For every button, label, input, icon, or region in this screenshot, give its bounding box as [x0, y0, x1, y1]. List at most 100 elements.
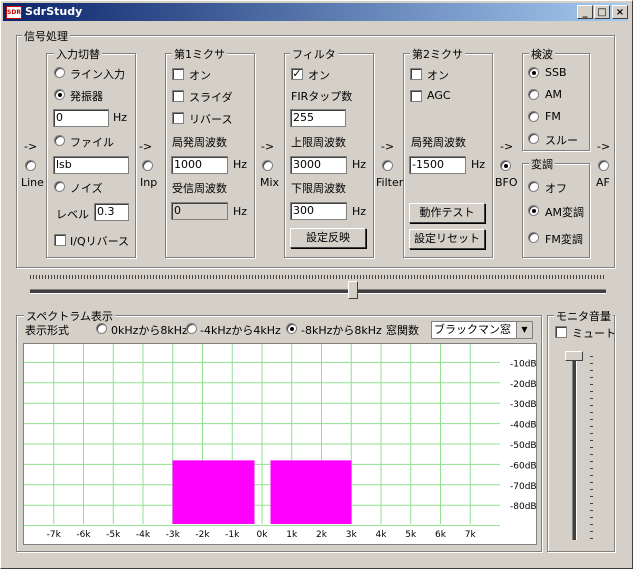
- db-label: -80dB: [510, 502, 536, 512]
- window-title: SdrStudy: [25, 5, 83, 18]
- radio-fm[interactable]: [528, 111, 539, 122]
- khz-label: -1k: [225, 530, 240, 540]
- window-function-select[interactable]: ブラックマン窓 ▼: [431, 321, 533, 339]
- radio-range-4-4k[interactable]: [186, 323, 197, 334]
- db-label: -50dB: [510, 441, 536, 451]
- arrow-mix: ->: [261, 140, 275, 153]
- radio-am[interactable]: [528, 89, 539, 100]
- khz-label: 0k: [257, 530, 269, 540]
- arrow-inp: ->: [139, 140, 153, 153]
- radio-mod-off-label: オフ: [545, 182, 567, 195]
- radio-file[interactable]: [54, 135, 65, 146]
- hz-unit: Hz: [233, 205, 248, 218]
- khz-label: 4k: [376, 530, 388, 540]
- radio-ssb[interactable]: [528, 67, 539, 78]
- mixer1-slider-checkbox[interactable]: [172, 90, 184, 102]
- frequency-slider-thumb[interactable]: [348, 281, 358, 299]
- hz-unit: Hz: [471, 158, 486, 171]
- mixer2-lo-input[interactable]: -1500: [409, 156, 466, 174]
- iq-reverse-checkbox[interactable]: [54, 234, 66, 246]
- radio-oscillator[interactable]: [54, 89, 65, 100]
- mute-checkbox[interactable]: [555, 326, 567, 338]
- radio-tap-bfo[interactable]: [500, 160, 511, 171]
- radio-file-label: ファイル: [70, 136, 114, 149]
- mixer1-rx-label: 受信周波数: [172, 182, 227, 195]
- upper-freq-input[interactable]: 3000: [290, 156, 347, 174]
- mute-label: ミュート: [572, 327, 616, 340]
- radio-range-0-8k-label: 0kHzから8kHz: [111, 324, 188, 337]
- close-button[interactable]: ×: [612, 5, 628, 19]
- radio-fm-mod[interactable]: [528, 232, 539, 243]
- db-label: -20dB: [510, 380, 536, 390]
- agc-checkbox[interactable]: [410, 90, 422, 102]
- mixer1-on-label: オン: [189, 69, 211, 82]
- radio-noise[interactable]: [54, 181, 65, 192]
- radio-am-mod[interactable]: [528, 205, 539, 216]
- mixer1-lo-input[interactable]: 1000: [171, 156, 228, 174]
- mixer1-rx-display: 0: [171, 202, 228, 220]
- khz-label: 2k: [316, 530, 328, 540]
- radio-tap-mix[interactable]: [262, 160, 273, 171]
- agc-label: AGC: [427, 89, 451, 102]
- mixer1-reverse-checkbox[interactable]: [172, 112, 184, 124]
- radio-mod-off[interactable]: [528, 181, 539, 192]
- reset-settings-button[interactable]: 設定リセット: [409, 229, 485, 249]
- radio-range-8-8k-label: -8kHzから8kHz: [301, 324, 382, 337]
- radio-tap-inp[interactable]: [142, 160, 153, 171]
- mixer1-lo-label: 局発周波数: [172, 136, 227, 149]
- filter-title: フィルタ: [290, 46, 338, 62]
- signal-processing-title: 信号処理: [22, 28, 70, 44]
- volume-slider-thumb[interactable]: [565, 351, 583, 361]
- level-input[interactable]: 0.3: [94, 203, 129, 221]
- fir-taps-label: FIRタップ数: [291, 90, 353, 103]
- file-name-input[interactable]: lsb: [53, 156, 129, 174]
- input-group-title: 入力切替: [54, 46, 102, 62]
- khz-label: -6k: [76, 530, 91, 540]
- spectrum-plot: -10dB -20dB -30dB -40dB -50dB -60dB -70dB -80dB…: [23, 343, 537, 545]
- khz-label: -4k: [136, 530, 151, 540]
- radio-fm-label: FM: [545, 110, 561, 123]
- khz-label: -5k: [106, 530, 121, 540]
- minimize-button[interactable]: _: [577, 5, 593, 19]
- mixer1-title: 第1ミクサ: [172, 46, 227, 62]
- radio-range-4-4k-label: -4kHzから4kHz: [200, 324, 281, 337]
- filter-on-checkbox[interactable]: ✓: [291, 68, 303, 80]
- volume-slider-track[interactable]: [572, 352, 577, 540]
- radio-am-label: AM: [545, 88, 563, 101]
- frequency-slider-track[interactable]: [30, 289, 606, 294]
- radio-range-0-8k[interactable]: [96, 323, 107, 334]
- radio-ssb-label: SSB: [545, 66, 567, 79]
- khz-label: 3k: [346, 530, 358, 540]
- radio-range-8-8k[interactable]: [286, 323, 297, 334]
- lower-freq-label: 下限周波数: [291, 182, 346, 195]
- hz-unit: Hz: [352, 158, 367, 171]
- arrow-filter: ->: [381, 140, 395, 153]
- khz-label: 1k: [286, 530, 298, 540]
- mixer2-on-label: オン: [427, 69, 449, 82]
- radio-through[interactable]: [528, 133, 539, 144]
- apply-settings-button[interactable]: 設定反映: [290, 228, 366, 248]
- tap-bfo-label: BFO: [495, 176, 518, 189]
- mixer2-on-checkbox[interactable]: [410, 68, 422, 80]
- display-format-label: 表示形式: [25, 324, 69, 337]
- radio-tap-filter[interactable]: [382, 160, 393, 171]
- mixer1-reverse-label: リバース: [189, 113, 233, 126]
- mixer1-on-checkbox[interactable]: [172, 68, 184, 80]
- lower-freq-input[interactable]: 300: [290, 202, 347, 220]
- level-label: レベル: [56, 208, 89, 221]
- hz-unit: Hz: [352, 205, 367, 218]
- maximize-button[interactable]: □: [594, 5, 610, 19]
- frequency-slider-ticks: [30, 275, 606, 279]
- radio-line-input[interactable]: [54, 67, 65, 78]
- radio-tap-af[interactable]: [598, 160, 609, 171]
- tap-inp-label: Inp: [140, 176, 158, 189]
- radio-tap-line[interactable]: [25, 160, 36, 171]
- fir-taps-input[interactable]: 255: [290, 109, 346, 127]
- chevron-down-icon[interactable]: ▼: [516, 322, 532, 338]
- mixer2-title: 第2ミクサ: [410, 46, 465, 62]
- window-function-label: 窓関数: [386, 324, 419, 337]
- arrow-line: ->: [24, 140, 38, 153]
- operation-test-button[interactable]: 動作テスト: [409, 203, 485, 223]
- volume-slider-ticks: [590, 356, 593, 540]
- osc-frequency-input[interactable]: 0: [53, 109, 109, 127]
